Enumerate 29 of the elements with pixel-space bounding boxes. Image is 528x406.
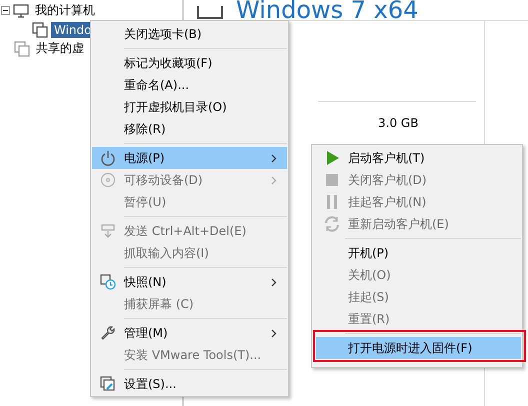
- tree-item[interactable]: 共享的虚: [33, 39, 87, 58]
- vm-title: Windows 7 x64: [236, 0, 418, 20]
- menu-item[interactable]: 打开电源时进入固件(F): [316, 337, 521, 359]
- computer-icon: [13, 2, 29, 18]
- shared-vm-icon: [14, 40, 30, 56]
- restart-icon: [324, 216, 340, 232]
- power-icon: [100, 150, 116, 166]
- stop-icon: [324, 172, 340, 188]
- menu-item[interactable]: 标记为收藏项(F): [92, 52, 287, 74]
- collapse-icon[interactable]: [1, 6, 10, 15]
- snapshot-icon: [100, 274, 116, 290]
- menu-item[interactable]: 打开虚拟机目录(O): [92, 96, 287, 118]
- menu-item[interactable]: 电源(P): [92, 147, 287, 169]
- wrench-icon: [100, 325, 116, 341]
- keyboard-send-icon: [100, 223, 116, 239]
- disc-icon: [100, 172, 116, 188]
- tree-item[interactable]: 我的计算机: [32, 1, 98, 20]
- pause-icon: [324, 194, 340, 210]
- menu-item[interactable]: 开机(P): [316, 242, 518, 264]
- menu-item[interactable]: 快照(N): [92, 271, 287, 293]
- menu-item[interactable]: 重命名(A)...: [92, 74, 287, 96]
- menu-item[interactable]: 管理(M): [92, 322, 287, 344]
- play-icon: [324, 150, 340, 166]
- settings-icon: [100, 376, 116, 392]
- menu-item[interactable]: 移除(R): [92, 118, 287, 140]
- memory-value: 3.0 GB: [378, 116, 418, 130]
- menu-item[interactable]: 启动客户机(T): [316, 147, 518, 169]
- menu-item[interactable]: 设置(S)...: [92, 373, 287, 395]
- menu-item[interactable]: 关闭选项卡(B): [92, 23, 287, 45]
